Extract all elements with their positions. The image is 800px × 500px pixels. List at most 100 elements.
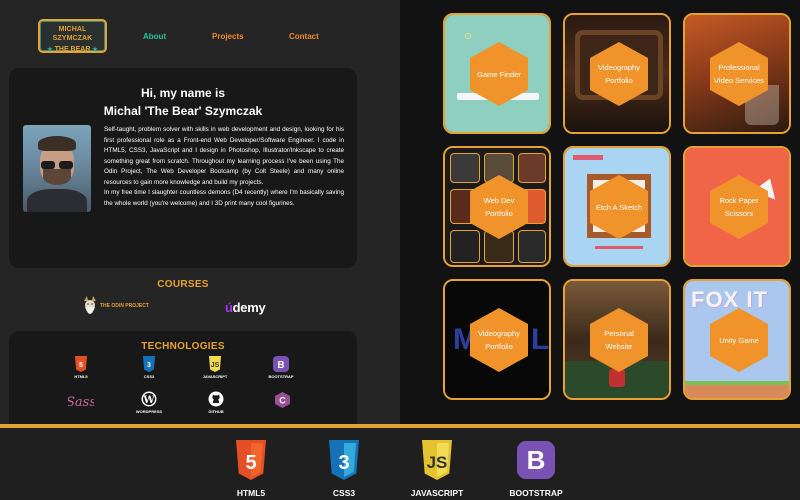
udemy-logo-letter: ú [225, 300, 233, 315]
project-title-hexagon: Web Dev Portfolio [470, 175, 528, 239]
tech-bootstrap: B BOOTSTRAP [261, 356, 301, 379]
project-title: Etch A Sketch [595, 202, 643, 212]
project-title-hexagon: Unity Game [710, 308, 768, 372]
project-title: Personal Website [604, 329, 634, 351]
course-udemy[interactable]: údemy [225, 300, 266, 315]
top-nav: MICHAL SZYMCZAK ★ THE BEAR ★ About Proje… [0, 0, 400, 62]
javascript-icon: JS [422, 440, 452, 480]
html5-icon: 5 [236, 440, 266, 480]
site-logo[interactable]: MICHAL SZYMCZAK ★ THE BEAR ★ [38, 19, 107, 53]
tech-label: WORDPRESS [135, 409, 163, 414]
course-odin-project[interactable]: THE ODIN PROJECT [82, 293, 162, 321]
svg-text:B: B [527, 445, 546, 475]
csharp-icon: C [274, 392, 290, 408]
odin-project-icon [84, 296, 96, 314]
wordpress-icon: W [141, 391, 157, 407]
footer-tech-label: BOOTSTRAP [509, 488, 563, 498]
project-title-hexagon: Personal Website [590, 308, 648, 372]
github-icon [208, 391, 224, 407]
project-title-hexagon: Game Finder [470, 42, 528, 106]
project-title: Videography Portfolio [598, 63, 640, 85]
bootstrap-icon: B [273, 356, 289, 372]
technologies-heading: TECHNOLOGIES [141, 341, 225, 352]
greeting-line-2: Michal 'The Bear' Szymczak [103, 104, 263, 118]
star-icon: ★ [47, 47, 53, 53]
footer-tech-label: CSS3 [332, 488, 356, 498]
project-title-hexagon: Videography Portfolio [470, 308, 528, 372]
project-card-rock-paper-scissors[interactable]: Rock Paper Scissors [683, 146, 791, 267]
javascript-icon: JS [209, 356, 221, 372]
project-card-web-dev-portfolio[interactable]: Web Dev Portfolio [443, 146, 551, 267]
svg-text:3: 3 [338, 452, 349, 474]
profile-photo [23, 125, 91, 212]
tech-css3: 3 CSS3 [129, 356, 169, 379]
footer-tech-bootstrap: B BOOTSTRAP [496, 440, 576, 498]
greeting-heading: Hi, my name is Michal 'The Bear' Szymcza… [9, 84, 357, 120]
tech-csharp: C [262, 392, 302, 408]
project-card-unity-game[interactable]: FOX IT Unity Game [683, 279, 791, 400]
project-title: Videography Portfolio [478, 329, 520, 351]
html5-icon: 5 [75, 356, 87, 372]
udemy-logo-text: demy [232, 300, 266, 315]
project-title: Game Finder [477, 69, 521, 79]
project-title-hexagon: Rock Paper Scissors [710, 175, 768, 239]
footer-tech-label: JAVASCRIPT [410, 488, 464, 498]
footer-tech-css3: 3 CSS3 [304, 440, 384, 498]
project-card-videography-portfolio-2[interactable]: M L Videography Portfolio [443, 279, 551, 400]
odin-project-label: THE ODIN PROJECT [100, 303, 149, 309]
bootstrap-icon: B [517, 441, 555, 479]
footer-tech-javascript: JS JAVASCRIPT [397, 440, 477, 498]
tech-sass: Sass [61, 393, 101, 409]
logo-subtitle: ★ THE BEAR ★ [40, 45, 105, 55]
project-card-game-finder[interactable]: Game Finder [443, 13, 551, 134]
project-title: Web Dev Portfolio [483, 196, 515, 218]
footer-tech-html5: 5 HTML5 [211, 440, 291, 498]
project-title: Unity Game [719, 335, 759, 345]
svg-text:C: C [279, 396, 286, 406]
tech-wordpress: W WORDPRESS [129, 391, 169, 414]
project-card-etch-a-sketch[interactable]: Etch A Sketch [563, 146, 671, 267]
svg-text:B: B [277, 360, 284, 371]
tech-github: GITHUB [196, 391, 236, 414]
svg-text:3: 3 [147, 362, 151, 369]
courses-heading: COURSES [157, 279, 209, 290]
project-title: Professional Video Services [714, 63, 764, 85]
svg-text:JS: JS [211, 362, 220, 369]
star-icon: ★ [92, 47, 98, 53]
project-card-personal-website[interactable]: Personal Website [563, 279, 671, 400]
tech-label: CSS3 [143, 374, 155, 379]
nav-link-contact[interactable]: Contact [289, 32, 319, 41]
tech-html5: 5 HTML5 [61, 356, 101, 379]
nav-link-projects[interactable]: Projects [212, 32, 244, 41]
footer-tech-label: HTML5 [236, 488, 266, 498]
project-card-videography-portfolio[interactable]: Videography Portfolio [563, 13, 671, 134]
bio-paragraph: In my free time I slaughter countless de… [104, 189, 344, 207]
logo-name: MICHAL SZYMCZAK [52, 26, 93, 42]
nav-link-about[interactable]: About [143, 32, 166, 41]
css3-icon: 3 [143, 356, 155, 372]
project-title: Rock Paper Scissors [719, 196, 759, 218]
bio-paragraph: Self-taught, problem solver with skills … [104, 126, 344, 186]
sass-icon: Sass [68, 395, 94, 409]
svg-text:W: W [142, 395, 155, 406]
css3-icon: 3 [329, 440, 359, 480]
svg-text:5: 5 [245, 452, 256, 474]
bio-text: Self-taught, problem solver with skills … [104, 125, 344, 209]
tech-footer-bar: 5 HTML5 3 CSS3 JS JAVASCRIPT B BOOTSTRAP [0, 424, 800, 500]
tech-label: JAVASCRIPT [202, 374, 228, 379]
logo-the-bear: THE BEAR [54, 46, 91, 53]
projects-panel: Game Finder Videography Portfolio Profes… [400, 0, 800, 424]
tech-javascript: JS JAVASCRIPT [195, 356, 235, 379]
project-title-hexagon: Videography Portfolio [590, 42, 648, 106]
project-title-hexagon: Professional Video Services [710, 42, 768, 106]
tech-label: GITHUB [208, 409, 224, 414]
portfolio-page: MICHAL SZYMCZAK ★ THE BEAR ★ About Proje… [0, 0, 800, 500]
svg-text:5: 5 [79, 362, 83, 369]
greeting-line-1: Hi, my name is [140, 86, 226, 100]
tech-label: HTML5 [74, 374, 88, 379]
project-title-hexagon: Etch A Sketch [590, 175, 648, 239]
about-panel: MICHAL SZYMCZAK ★ THE BEAR ★ About Proje… [0, 0, 400, 424]
about-card: Hi, my name is Michal 'The Bear' Szymcza… [9, 68, 357, 268]
svg-text:JS: JS [427, 453, 448, 472]
project-card-professional-video-services[interactable]: Professional Video Services [683, 13, 791, 134]
